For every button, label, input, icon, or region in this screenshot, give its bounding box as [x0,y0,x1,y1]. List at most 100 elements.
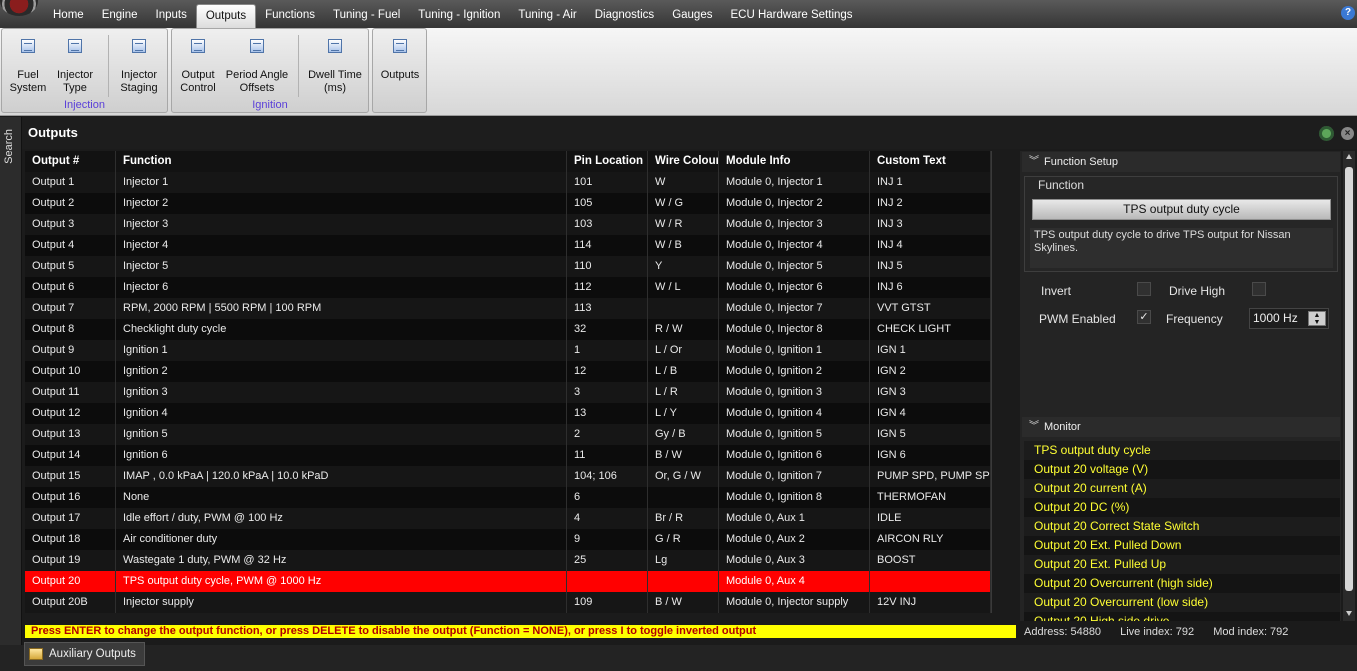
tab-functions[interactable]: Functions [256,4,324,28]
table-row[interactable]: Output 18 Air conditioner duty 9G / R Modu… [25,529,991,550]
table-row[interactable]: Output 3 Injector 3 103 W / R Module 0, Inje… [25,214,991,235]
table-row[interactable]: Output 20 TPS output duty cycle, PWM @ 10… [25,571,991,592]
cell-wire-colour[interactable]: Lg [648,550,719,571]
table-row[interactable]: Output 6 Injector 6 112 W / L Module 0, Inje… [25,277,991,298]
cell-custom-text[interactable]: INJ 2 [870,193,991,214]
monitor-item[interactable]: Output 20 Ext. Pulled Up [1024,555,1340,574]
monitor-item[interactable]: Output 20 voltage (V) [1024,460,1340,479]
cell-custom-text[interactable]: INJ 4 [870,235,991,256]
cell-pin-location[interactable]: 114 [567,235,648,256]
monitor-item[interactable]: Output 20 Correct State Switch [1024,517,1340,536]
dwell-time-button[interactable]: Dwell Time (ms) [306,33,364,95]
cell-wire-colour[interactable]: L / B [648,361,719,382]
cell-module-info[interactable]: Module 0, Ignition 2 [719,361,870,382]
cell-wire-colour[interactable] [648,571,719,592]
cell-module-info[interactable]: Module 0, Injector supply [719,592,870,613]
cell-module-info[interactable]: Module 0, Injector 3 [719,214,870,235]
cell-function[interactable]: Injector supply [116,592,567,613]
cell-custom-text[interactable]: IGN 3 [870,382,991,403]
table-row[interactable]: Output 11 Ignition 3 3L / R Module 0, Igni… [25,382,991,403]
cell-function[interactable]: Injector 1 [116,172,567,193]
cell-output-number[interactable]: Output 12 [25,403,116,424]
scroll-down-icon[interactable] [1346,611,1352,616]
cell-wire-colour[interactable]: Br / R [648,508,719,529]
search-tab[interactable]: Search [3,129,15,164]
cell-wire-colour[interactable]: Or, G / W [648,466,719,487]
cell-function[interactable]: Injector 4 [116,235,567,256]
cell-pin-location[interactable]: 9 [567,529,648,550]
scroll-up-icon[interactable] [1346,154,1352,159]
function-setup-header[interactable]: ︾ Function Setup [1022,152,1340,172]
cell-wire-colour[interactable]: R / W [648,319,719,340]
output-control-button[interactable]: Output Control [177,33,219,95]
cell-custom-text[interactable]: CHECK LIGHT [870,319,991,340]
right-scrollbar[interactable] [1343,151,1355,621]
tab-tuning-fuel[interactable]: Tuning - Fuel [324,4,409,28]
cell-wire-colour[interactable]: G / R [648,529,719,550]
cell-pin-location[interactable]: 112 [567,277,648,298]
cell-module-info[interactable]: Module 0, Ignition 7 [719,466,870,487]
column-header[interactable]: Output # [25,151,116,172]
table-row[interactable]: Output 9 Ignition 1 1L / Or Module 0, Igni… [25,340,991,361]
cell-wire-colour[interactable]: W [648,172,719,193]
invert-checkbox[interactable] [1137,282,1151,296]
app-logo[interactable] [0,0,38,16]
cell-pin-location[interactable]: 109 [567,592,648,613]
cell-pin-location[interactable]: 103 [567,214,648,235]
tab-inputs[interactable]: Inputs [147,4,196,28]
cell-custom-text[interactable]: PUMP SPD, PUMP SPD [870,466,991,487]
table-row[interactable]: Output 1 Injector 1 101 W Module 0, Injector… [25,172,991,193]
cell-function[interactable]: Injector 6 [116,277,567,298]
cell-pin-location[interactable]: 2 [567,424,648,445]
cell-output-number[interactable]: Output 13 [25,424,116,445]
cell-function[interactable]: Ignition 1 [116,340,567,361]
cell-function[interactable]: Air conditioner duty [116,529,567,550]
cell-module-info[interactable]: Module 0, Ignition 5 [719,424,870,445]
cell-module-info[interactable]: Module 0, Aux 4 [719,571,870,592]
close-icon[interactable]: × [1341,127,1354,140]
cell-function[interactable]: None [116,487,567,508]
cell-output-number[interactable]: Output 17 [25,508,116,529]
cell-pin-location[interactable]: 1 [567,340,648,361]
monitor-item[interactable]: TPS output duty cycle [1024,441,1340,460]
cell-module-info[interactable]: Module 0, Aux 2 [719,529,870,550]
cell-custom-text[interactable]: IGN 6 [870,445,991,466]
cell-pin-location[interactable]: 101 [567,172,648,193]
monitor-item[interactable]: Output 20 Ext. Pulled Down [1024,536,1340,555]
tab-tuning-ignition[interactable]: Tuning - Ignition [409,4,509,28]
cell-pin-location[interactable]: 11 [567,445,648,466]
cell-pin-location[interactable]: 105 [567,193,648,214]
cell-custom-text[interactable]: IDLE [870,508,991,529]
table-row[interactable]: Output 12 Ignition 4 13 L / Y Module 0, Ign… [25,403,991,424]
column-header[interactable]: Wire Colour [648,151,719,172]
cell-output-number[interactable]: Output 4 [25,235,116,256]
cell-module-info[interactable]: Module 0, Injector 5 [719,256,870,277]
spinner-icon[interactable]: ▲ ▼ [1308,311,1326,326]
cell-pin-location[interactable]: 13 [567,403,648,424]
cell-output-number[interactable]: Output 8 [25,319,116,340]
cell-function[interactable]: RPM, 2000 RPM | 5500 RPM | 100 RPM [116,298,567,319]
cell-function[interactable]: Injector 3 [116,214,567,235]
cell-output-number[interactable]: Output 2 [25,193,116,214]
cell-custom-text[interactable]: VVT GTST [870,298,991,319]
cell-wire-colour[interactable]: B / W [648,592,719,613]
cell-custom-text[interactable]: AIRCON RLY [870,529,991,550]
cell-output-number[interactable]: Output 18 [25,529,116,550]
cell-output-number[interactable]: Output 19 [25,550,116,571]
cell-output-number[interactable]: Output 5 [25,256,116,277]
cell-pin-location[interactable]: 6 [567,487,648,508]
cell-wire-colour[interactable]: W / B [648,235,719,256]
cell-pin-location[interactable] [567,571,648,592]
drive-high-checkbox[interactable] [1252,282,1266,296]
connection-status-icon[interactable] [1319,126,1334,141]
column-header[interactable]: Pin Location [567,151,648,172]
cell-module-info[interactable]: Module 0, Aux 1 [719,508,870,529]
tab-diagnostics[interactable]: Diagnostics [586,4,663,28]
cell-module-info[interactable]: Module 0, Injector 4 [719,235,870,256]
cell-custom-text[interactable]: INJ 1 [870,172,991,193]
cell-output-number[interactable]: Output 3 [25,214,116,235]
cell-wire-colour[interactable]: L / R [648,382,719,403]
cell-output-number[interactable]: Output 10 [25,361,116,382]
tab-engine[interactable]: Engine [93,4,147,28]
cell-custom-text[interactable]: IGN 5 [870,424,991,445]
